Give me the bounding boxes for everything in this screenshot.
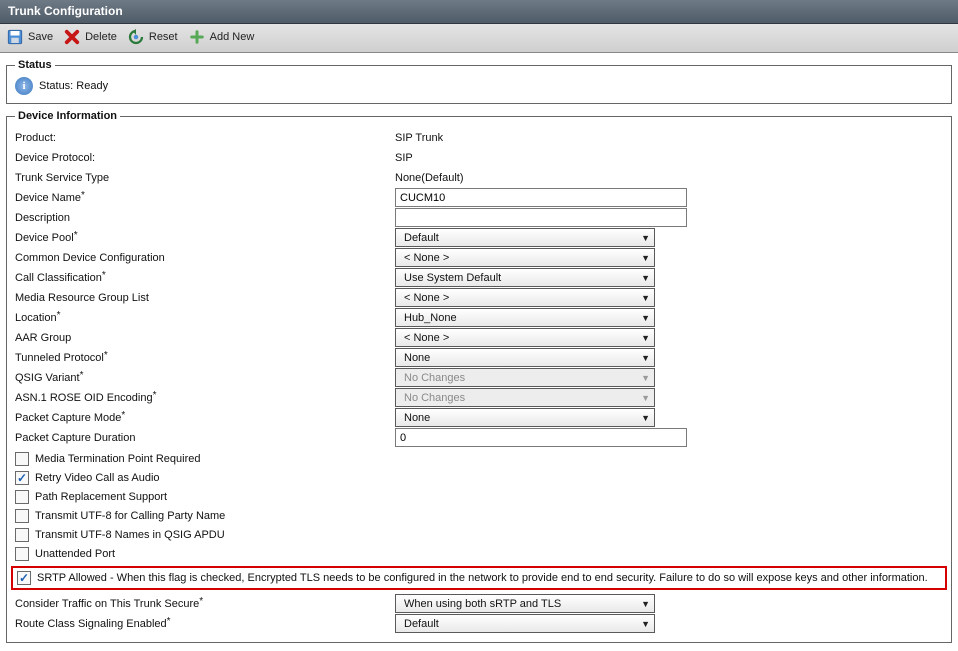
- reset-button[interactable]: Reset: [127, 28, 178, 46]
- mtp-required-label: Media Termination Point Required: [35, 453, 201, 465]
- device-name-input[interactable]: [395, 188, 687, 207]
- add-new-button[interactable]: Add New: [188, 28, 255, 46]
- retry-video-label: Retry Video Call as Audio: [35, 472, 160, 484]
- utf8-calling-label: Transmit UTF-8 for Calling Party Name: [35, 510, 225, 522]
- chevron-down-icon: ▼: [641, 233, 650, 243]
- reset-icon: [127, 28, 145, 46]
- device-info-fieldset: Device Information Product: SIP Trunk De…: [6, 110, 952, 643]
- pcap-mode-label: Packet Capture Mode*: [15, 412, 395, 424]
- asn1-select: No Changes▼: [395, 388, 655, 407]
- chevron-down-icon: ▼: [641, 313, 650, 323]
- location-label: Location*: [15, 312, 395, 324]
- consider-traffic-label: Consider Traffic on This Trunk Secure*: [15, 598, 395, 610]
- mrgl-select[interactable]: < None >▼: [395, 288, 655, 307]
- location-select[interactable]: Hub_None▼: [395, 308, 655, 327]
- info-icon: i: [15, 77, 33, 95]
- device-name-label: Device Name*: [15, 192, 395, 204]
- tunneled-protocol-select[interactable]: None▼: [395, 348, 655, 367]
- path-replacement-label: Path Replacement Support: [35, 491, 167, 503]
- qsig-variant-select: No Changes▼: [395, 368, 655, 387]
- chevron-down-icon: ▼: [641, 599, 650, 609]
- call-classification-select[interactable]: Use System Default▼: [395, 268, 655, 287]
- device-pool-select[interactable]: Default▼: [395, 228, 655, 247]
- common-device-label: Common Device Configuration: [15, 252, 395, 264]
- route-class-label: Route Class Signaling Enabled*: [15, 618, 395, 630]
- srtp-allowed-label: SRTP Allowed - When this flag is checked…: [37, 572, 928, 584]
- aar-group-select[interactable]: < None >▼: [395, 328, 655, 347]
- description-input[interactable]: [395, 208, 687, 227]
- floppy-icon: [6, 28, 24, 46]
- chevron-down-icon: ▼: [641, 353, 650, 363]
- chevron-down-icon: ▼: [641, 393, 650, 403]
- chevron-down-icon: ▼: [641, 333, 650, 343]
- add-new-label: Add New: [210, 31, 255, 43]
- status-text: Status: Ready: [39, 80, 108, 92]
- product-value: SIP Trunk: [395, 132, 443, 144]
- aar-group-label: AAR Group: [15, 332, 395, 344]
- pcap-mode-select[interactable]: None▼: [395, 408, 655, 427]
- utf8-qsig-checkbox[interactable]: [15, 528, 29, 542]
- chevron-down-icon: ▼: [641, 273, 650, 283]
- unattended-port-label: Unattended Port: [35, 548, 115, 560]
- reset-label: Reset: [149, 31, 178, 43]
- trunk-service-label: Trunk Service Type: [15, 172, 395, 184]
- status-fieldset: Status i Status: Ready: [6, 59, 952, 104]
- save-button[interactable]: Save: [6, 28, 53, 46]
- description-label: Description: [15, 212, 395, 224]
- product-label: Product:: [15, 132, 395, 144]
- route-class-select[interactable]: Default▼: [395, 614, 655, 633]
- page-title: Trunk Configuration: [0, 0, 958, 24]
- trunk-service-value: None(Default): [395, 172, 463, 184]
- plus-icon: [188, 28, 206, 46]
- protocol-value: SIP: [395, 152, 413, 164]
- path-replacement-checkbox[interactable]: [15, 490, 29, 504]
- pcap-duration-label: Packet Capture Duration: [15, 432, 395, 444]
- utf8-qsig-label: Transmit UTF-8 Names in QSIG APDU: [35, 529, 225, 541]
- pcap-duration-input[interactable]: [395, 428, 687, 447]
- tunneled-protocol-label: Tunneled Protocol*: [15, 352, 395, 364]
- utf8-calling-checkbox[interactable]: [15, 509, 29, 523]
- call-classification-label: Call Classification*: [15, 272, 395, 284]
- mtp-required-checkbox[interactable]: [15, 452, 29, 466]
- delete-button[interactable]: Delete: [63, 28, 117, 46]
- asn1-label: ASN.1 ROSE OID Encoding*: [15, 392, 395, 404]
- common-device-select[interactable]: < None >▼: [395, 248, 655, 267]
- srtp-allowed-checkbox[interactable]: [17, 571, 31, 585]
- qsig-variant-label: QSIG Variant*: [15, 372, 395, 384]
- device-pool-label: Device Pool*: [15, 232, 395, 244]
- consider-traffic-select[interactable]: When using both sRTP and TLS▼: [395, 594, 655, 613]
- delete-label: Delete: [85, 31, 117, 43]
- page-title-text: Trunk Configuration: [8, 4, 123, 18]
- srtp-highlight-box: SRTP Allowed - When this flag is checked…: [11, 566, 947, 590]
- chevron-down-icon: ▼: [641, 253, 650, 263]
- device-info-legend: Device Information: [15, 110, 120, 122]
- status-legend: Status: [15, 59, 55, 71]
- mrgl-label: Media Resource Group List: [15, 292, 395, 304]
- chevron-down-icon: ▼: [641, 373, 650, 383]
- unattended-port-checkbox[interactable]: [15, 547, 29, 561]
- save-label: Save: [28, 31, 53, 43]
- chevron-down-icon: ▼: [641, 619, 650, 629]
- chevron-down-icon: ▼: [641, 293, 650, 303]
- protocol-label: Device Protocol:: [15, 152, 395, 164]
- delete-x-icon: [63, 28, 81, 46]
- chevron-down-icon: ▼: [641, 413, 650, 423]
- toolbar: Save Delete Reset Add New: [0, 24, 958, 53]
- retry-video-checkbox[interactable]: [15, 471, 29, 485]
